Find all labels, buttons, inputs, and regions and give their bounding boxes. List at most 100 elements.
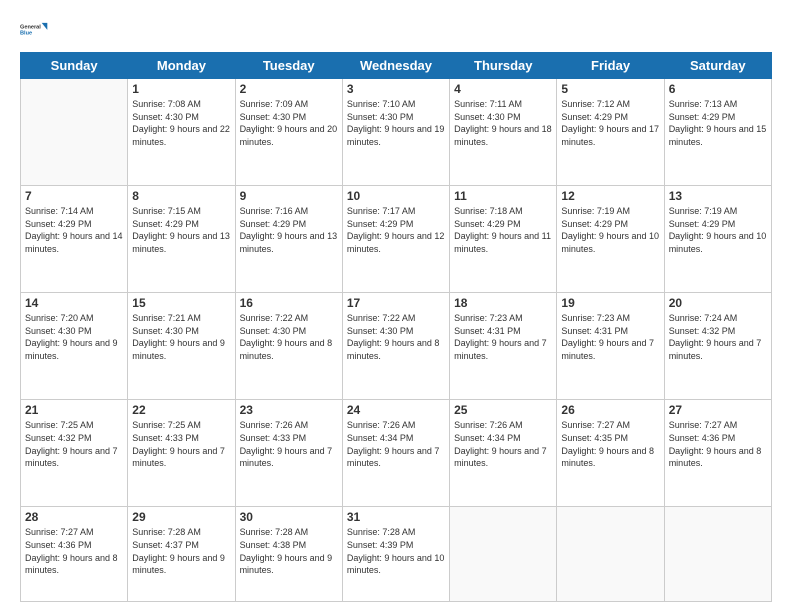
day-number: 4 xyxy=(454,82,552,96)
day-number: 1 xyxy=(132,82,230,96)
calendar-cell xyxy=(21,79,128,186)
calendar-cell: 1Sunrise: 7:08 AMSunset: 4:30 PMDaylight… xyxy=(128,79,235,186)
day-number: 20 xyxy=(669,296,767,310)
day-number: 19 xyxy=(561,296,659,310)
day-number: 3 xyxy=(347,82,445,96)
day-info: Sunrise: 7:12 AMSunset: 4:29 PMDaylight:… xyxy=(561,98,659,148)
calendar-cell: 20 Sunrise: 7:24 AMSunset: 4:32 PMDayligh… xyxy=(664,293,771,400)
day-number: 13 xyxy=(669,189,767,203)
calendar-cell: 24 Sunrise: 7:26 AMSunset: 4:34 PMDayligh… xyxy=(342,400,449,507)
calendar-cell: 13 Sunrise: 7:19 AMSunset: 4:29 PMDayligh… xyxy=(664,186,771,293)
day-info: Sunrise: 7:24 AMSunset: 4:32 PMDaylight:… xyxy=(669,312,767,362)
calendar-cell: 3 Sunrise: 7:10 AMSunset: 4:30 PMDaylight… xyxy=(342,79,449,186)
day-number: 24 xyxy=(347,403,445,417)
day-number: 7 xyxy=(25,189,123,203)
day-info: Sunrise: 7:11 AMSunset: 4:30 PMDaylight:… xyxy=(454,98,552,148)
day-info: Sunrise: 7:09 AMSunset: 4:30 PMDaylight:… xyxy=(240,98,338,148)
day-info: Sunrise: 7:26 AMSunset: 4:34 PMDaylight:… xyxy=(454,419,552,469)
calendar-cell: 6 Sunrise: 7:13 AMSunset: 4:29 PMDaylight… xyxy=(664,79,771,186)
day-number: 8 xyxy=(132,189,230,203)
day-info: Sunrise: 7:23 AMSunset: 4:31 PMDaylight:… xyxy=(561,312,659,362)
day-number: 14 xyxy=(25,296,123,310)
day-info: Sunrise: 7:22 AMSunset: 4:30 PMDaylight:… xyxy=(240,312,338,362)
day-number: 6 xyxy=(669,82,767,96)
day-info: Sunrise: 7:19 AMSunset: 4:29 PMDaylight:… xyxy=(669,205,767,255)
day-info: Sunrise: 7:18 AMSunset: 4:29 PMDaylight:… xyxy=(454,205,552,255)
week-row-0: 1Sunrise: 7:08 AMSunset: 4:30 PMDaylight… xyxy=(21,79,772,186)
calendar-cell: 8 Sunrise: 7:15 AMSunset: 4:29 PMDaylight… xyxy=(128,186,235,293)
day-info: Sunrise: 7:27 AMSunset: 4:36 PMDaylight:… xyxy=(669,419,767,469)
day-info: Sunrise: 7:16 AMSunset: 4:29 PMDaylight:… xyxy=(240,205,338,255)
calendar-cell: 16 Sunrise: 7:22 AMSunset: 4:30 PMDayligh… xyxy=(235,293,342,400)
calendar-table: SundayMondayTuesdayWednesdayThursdayFrid… xyxy=(20,52,772,602)
calendar-cell xyxy=(450,507,557,602)
day-number: 18 xyxy=(454,296,552,310)
day-info: Sunrise: 7:28 AMSunset: 4:39 PMDaylight:… xyxy=(347,526,445,576)
day-number: 10 xyxy=(347,189,445,203)
day-info: Sunrise: 7:20 AMSunset: 4:30 PMDaylight:… xyxy=(25,312,123,362)
svg-text:General: General xyxy=(20,24,41,30)
header-wednesday: Wednesday xyxy=(342,53,449,79)
day-number: 5 xyxy=(561,82,659,96)
calendar-cell: 15 Sunrise: 7:21 AMSunset: 4:30 PMDayligh… xyxy=(128,293,235,400)
day-info: Sunrise: 7:13 AMSunset: 4:29 PMDaylight:… xyxy=(669,98,767,148)
day-info: Sunrise: 7:19 AMSunset: 4:29 PMDaylight:… xyxy=(561,205,659,255)
logo-icon: GeneralBlue xyxy=(20,16,48,44)
calendar-cell: 27 Sunrise: 7:27 AMSunset: 4:36 PMDayligh… xyxy=(664,400,771,507)
calendar-cell: 28Sunrise: 7:27 AMSunset: 4:36 PMDayligh… xyxy=(21,507,128,602)
day-number: 25 xyxy=(454,403,552,417)
day-number: 26 xyxy=(561,403,659,417)
day-info: Sunrise: 7:25 AMSunset: 4:32 PMDaylight:… xyxy=(25,419,123,469)
day-number: 16 xyxy=(240,296,338,310)
day-info: Sunrise: 7:28 AMSunset: 4:38 PMDaylight:… xyxy=(240,526,338,576)
calendar-cell: 21 Sunrise: 7:25 AMSunset: 4:32 PMDayligh… xyxy=(21,400,128,507)
calendar-cell: 4 Sunrise: 7:11 AMSunset: 4:30 PMDaylight… xyxy=(450,79,557,186)
day-info: Sunrise: 7:22 AMSunset: 4:30 PMDaylight:… xyxy=(347,312,445,362)
page: GeneralBlue SundayMondayTuesdayWednesday… xyxy=(0,0,792,612)
calendar-cell: 29Sunrise: 7:28 AMSunset: 4:37 PMDayligh… xyxy=(128,507,235,602)
day-info: Sunrise: 7:15 AMSunset: 4:29 PMDaylight:… xyxy=(132,205,230,255)
week-row-2: 14 Sunrise: 7:20 AMSunset: 4:30 PMDayligh… xyxy=(21,293,772,400)
calendar-cell: 11Sunrise: 7:18 AMSunset: 4:29 PMDayligh… xyxy=(450,186,557,293)
day-info: Sunrise: 7:27 AMSunset: 4:36 PMDaylight:… xyxy=(25,526,123,576)
calendar-cell: 7 Sunrise: 7:14 AMSunset: 4:29 PMDaylight… xyxy=(21,186,128,293)
logo: GeneralBlue xyxy=(20,16,48,44)
calendar-cell: 26Sunrise: 7:27 AMSunset: 4:35 PMDayligh… xyxy=(557,400,664,507)
calendar-cell: 12Sunrise: 7:19 AMSunset: 4:29 PMDayligh… xyxy=(557,186,664,293)
day-number: 29 xyxy=(132,510,230,524)
header-sunday: Sunday xyxy=(21,53,128,79)
day-info: Sunrise: 7:25 AMSunset: 4:33 PMDaylight:… xyxy=(132,419,230,469)
week-row-3: 21 Sunrise: 7:25 AMSunset: 4:32 PMDayligh… xyxy=(21,400,772,507)
day-info: Sunrise: 7:14 AMSunset: 4:29 PMDaylight:… xyxy=(25,205,123,255)
day-number: 15 xyxy=(132,296,230,310)
day-info: Sunrise: 7:10 AMSunset: 4:30 PMDaylight:… xyxy=(347,98,445,148)
day-number: 22 xyxy=(132,403,230,417)
calendar-cell: 25 Sunrise: 7:26 AMSunset: 4:34 PMDayligh… xyxy=(450,400,557,507)
header-saturday: Saturday xyxy=(664,53,771,79)
day-number: 2 xyxy=(240,82,338,96)
calendar-cell: 9Sunrise: 7:16 AMSunset: 4:29 PMDaylight… xyxy=(235,186,342,293)
day-number: 21 xyxy=(25,403,123,417)
header-thursday: Thursday xyxy=(450,53,557,79)
day-info: Sunrise: 7:23 AMSunset: 4:31 PMDaylight:… xyxy=(454,312,552,362)
day-info: Sunrise: 7:26 AMSunset: 4:34 PMDaylight:… xyxy=(347,419,445,469)
calendar-cell: 23Sunrise: 7:26 AMSunset: 4:33 PMDayligh… xyxy=(235,400,342,507)
day-number: 23 xyxy=(240,403,338,417)
calendar-cell: 5 Sunrise: 7:12 AMSunset: 4:29 PMDaylight… xyxy=(557,79,664,186)
week-row-4: 28Sunrise: 7:27 AMSunset: 4:36 PMDayligh… xyxy=(21,507,772,602)
calendar-cell: 2 Sunrise: 7:09 AMSunset: 4:30 PMDaylight… xyxy=(235,79,342,186)
day-number: 17 xyxy=(347,296,445,310)
calendar-cell: 14 Sunrise: 7:20 AMSunset: 4:30 PMDayligh… xyxy=(21,293,128,400)
day-info: Sunrise: 7:21 AMSunset: 4:30 PMDaylight:… xyxy=(132,312,230,362)
day-number: 30 xyxy=(240,510,338,524)
calendar-cell: 17 Sunrise: 7:22 AMSunset: 4:30 PMDayligh… xyxy=(342,293,449,400)
day-number: 27 xyxy=(669,403,767,417)
header-friday: Friday xyxy=(557,53,664,79)
calendar-cell: 31Sunrise: 7:28 AMSunset: 4:39 PMDayligh… xyxy=(342,507,449,602)
week-row-1: 7 Sunrise: 7:14 AMSunset: 4:29 PMDaylight… xyxy=(21,186,772,293)
calendar-cell xyxy=(557,507,664,602)
calendar-cell: 22 Sunrise: 7:25 AMSunset: 4:33 PMDayligh… xyxy=(128,400,235,507)
day-info: Sunrise: 7:17 AMSunset: 4:29 PMDaylight:… xyxy=(347,205,445,255)
calendar-cell: 18 Sunrise: 7:23 AMSunset: 4:31 PMDayligh… xyxy=(450,293,557,400)
header-monday: Monday xyxy=(128,53,235,79)
